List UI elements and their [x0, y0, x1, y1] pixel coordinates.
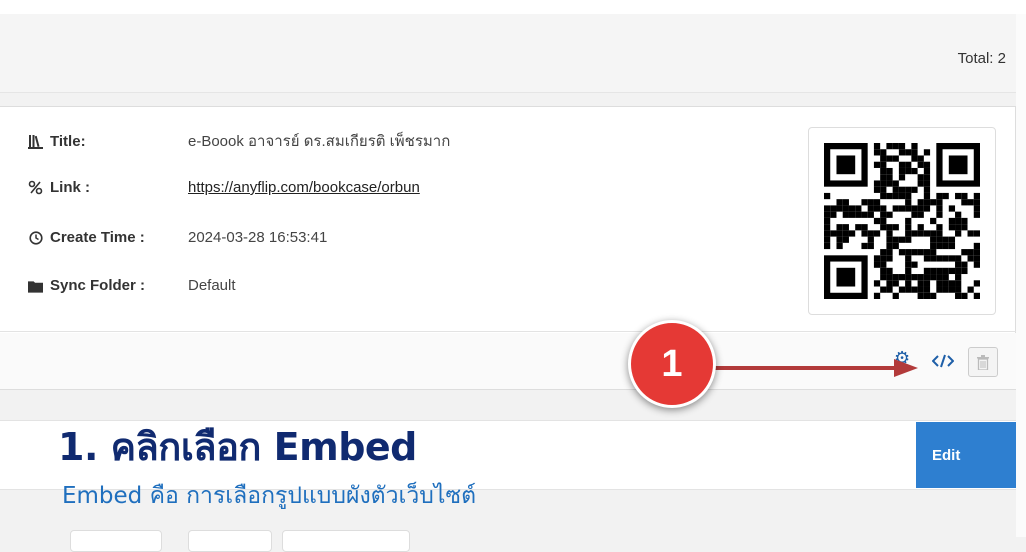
link-label: Link :	[50, 179, 90, 196]
library-icon	[28, 134, 43, 149]
sync-folder-value: Default	[188, 277, 236, 294]
sync-label-group: Sync Folder :	[28, 277, 188, 294]
footer-tab[interactable]	[282, 530, 410, 552]
link-label-group: Link :	[28, 179, 188, 196]
link-row: Link : https://anyflip.com/bookcase/orbu…	[28, 179, 420, 196]
card-divider	[0, 331, 1016, 332]
top-strip	[0, 0, 1026, 14]
title-label-group: Title:	[28, 133, 188, 150]
link-icon	[28, 180, 43, 195]
create-time-value: 2024-03-28 16:53:41	[188, 229, 328, 246]
annotation-subtitle: Embed คือ การเลือกรูปแบบผังตัวเว็บไซต์	[62, 483, 477, 509]
footer-tab[interactable]	[70, 530, 162, 552]
total-count: Total: 2	[957, 50, 1006, 67]
title-value: e-Boook อาจารย์ ดร.สมเกียรติ เพ็ชรมาก	[188, 133, 451, 150]
sync-folder-label: Sync Folder :	[50, 277, 146, 294]
qr-code-box	[808, 127, 996, 315]
annotation-arrow	[708, 359, 918, 377]
trash-icon	[977, 354, 989, 370]
edit-button[interactable]: Edit	[916, 422, 1016, 488]
book-card: Title: e-Boook อาจารย์ ดร.สมเกียรติ เพ็ช…	[0, 106, 1016, 390]
list-header: Total: 2	[0, 14, 1016, 93]
create-label-group: Create Time :	[28, 229, 188, 246]
create-time-row: Create Time : 2024-03-28 16:53:41	[28, 229, 327, 246]
embed-code-icon	[932, 354, 954, 368]
scrollbar[interactable]	[1016, 14, 1026, 537]
step-badge: 1	[628, 320, 716, 408]
qr-code	[824, 143, 980, 299]
annotation-title: 1. คลิกเลือก Embed	[58, 425, 417, 469]
embed-button[interactable]	[928, 350, 958, 372]
create-time-label: Create Time :	[50, 229, 145, 246]
footer-tab[interactable]	[188, 530, 272, 552]
folder-icon	[28, 278, 43, 293]
delete-button[interactable]	[968, 347, 998, 377]
title-row: Title: e-Boook อาจารย์ ดร.สมเกียรติ เพ็ช…	[28, 129, 450, 153]
book-link[interactable]: https://anyflip.com/bookcase/orbun	[188, 179, 420, 196]
sync-folder-row: Sync Folder : Default	[28, 277, 236, 294]
clock-icon	[28, 230, 43, 245]
title-label: Title:	[50, 132, 86, 150]
